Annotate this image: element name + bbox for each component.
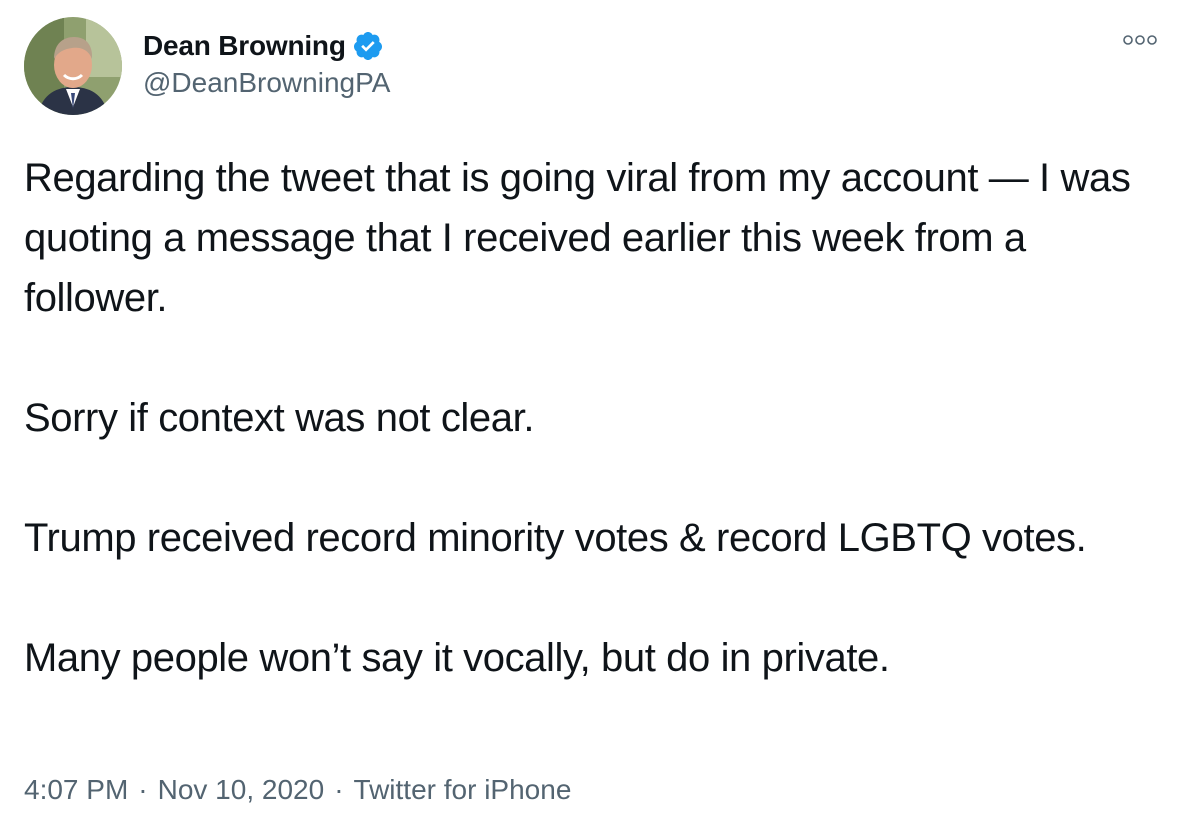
tweet-date[interactable]: Nov 10, 2020: [158, 774, 325, 806]
tweet-source[interactable]: Twitter for iPhone: [354, 774, 572, 806]
author-name-row[interactable]: Dean Browning: [143, 26, 384, 66]
meta-separator: ·: [138, 774, 148, 805]
tweet-time[interactable]: 4:07 PM: [24, 774, 128, 806]
tweet-text: Regarding the tweet that is going viral …: [24, 148, 1134, 688]
meta-separator: ·: [334, 774, 344, 805]
avatar-image: [24, 17, 122, 115]
tweet-card: Dean Browning @DeanBrowningPA Regarding …: [0, 0, 1182, 834]
verified-badge-icon: [352, 30, 384, 62]
tweet-paragraph: Many people won’t say it vocally, but do…: [24, 636, 890, 680]
display-name[interactable]: Dean Browning: [143, 30, 346, 62]
author-handle[interactable]: @DeanBrowningPA: [143, 67, 390, 99]
tweet-paragraph: Sorry if context was not clear.: [24, 396, 535, 440]
tweet-paragraph: Regarding the tweet that is going viral …: [24, 156, 1131, 320]
avatar[interactable]: [24, 17, 122, 115]
tweet-paragraph: Trump received record minority votes & r…: [24, 516, 1087, 560]
tweet-metadata: 4:07 PM · Nov 10, 2020 · Twitter for iPh…: [24, 774, 571, 806]
more-options-icon[interactable]: [1122, 30, 1158, 50]
